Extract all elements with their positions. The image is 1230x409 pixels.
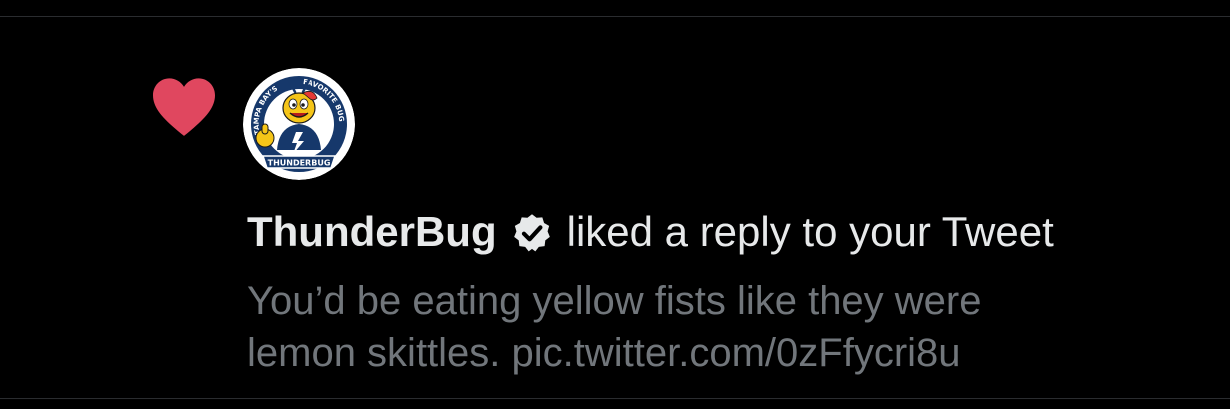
user-name-link[interactable]: ThunderBug [247, 208, 497, 256]
heart-icon [153, 78, 215, 136]
verified-badge-icon [513, 214, 550, 252]
avatar-badge-text: THUNDERBUG [268, 159, 331, 168]
tweet-preview[interactable]: You’d be eating yellow fists like they w… [247, 275, 1207, 379]
like-notification[interactable]: TAMPA BAY'S FAVORITE BUG [0, 17, 1230, 398]
avatar[interactable]: TAMPA BAY'S FAVORITE BUG [243, 68, 355, 180]
notification-headline: ThunderBug liked a reply to your Tweet [247, 204, 1054, 260]
notification-action-text: liked a reply to your Tweet [566, 208, 1054, 255]
tweet-preview-line-1: You’d be eating yellow fists like they w… [247, 279, 982, 323]
tweet-preview-line-2: lemon skittles. pic.twitter.com/0zFfycri… [247, 331, 961, 375]
thunderbug-avatar-image: TAMPA BAY'S FAVORITE BUG [243, 68, 355, 180]
bottom-divider [0, 398, 1230, 399]
